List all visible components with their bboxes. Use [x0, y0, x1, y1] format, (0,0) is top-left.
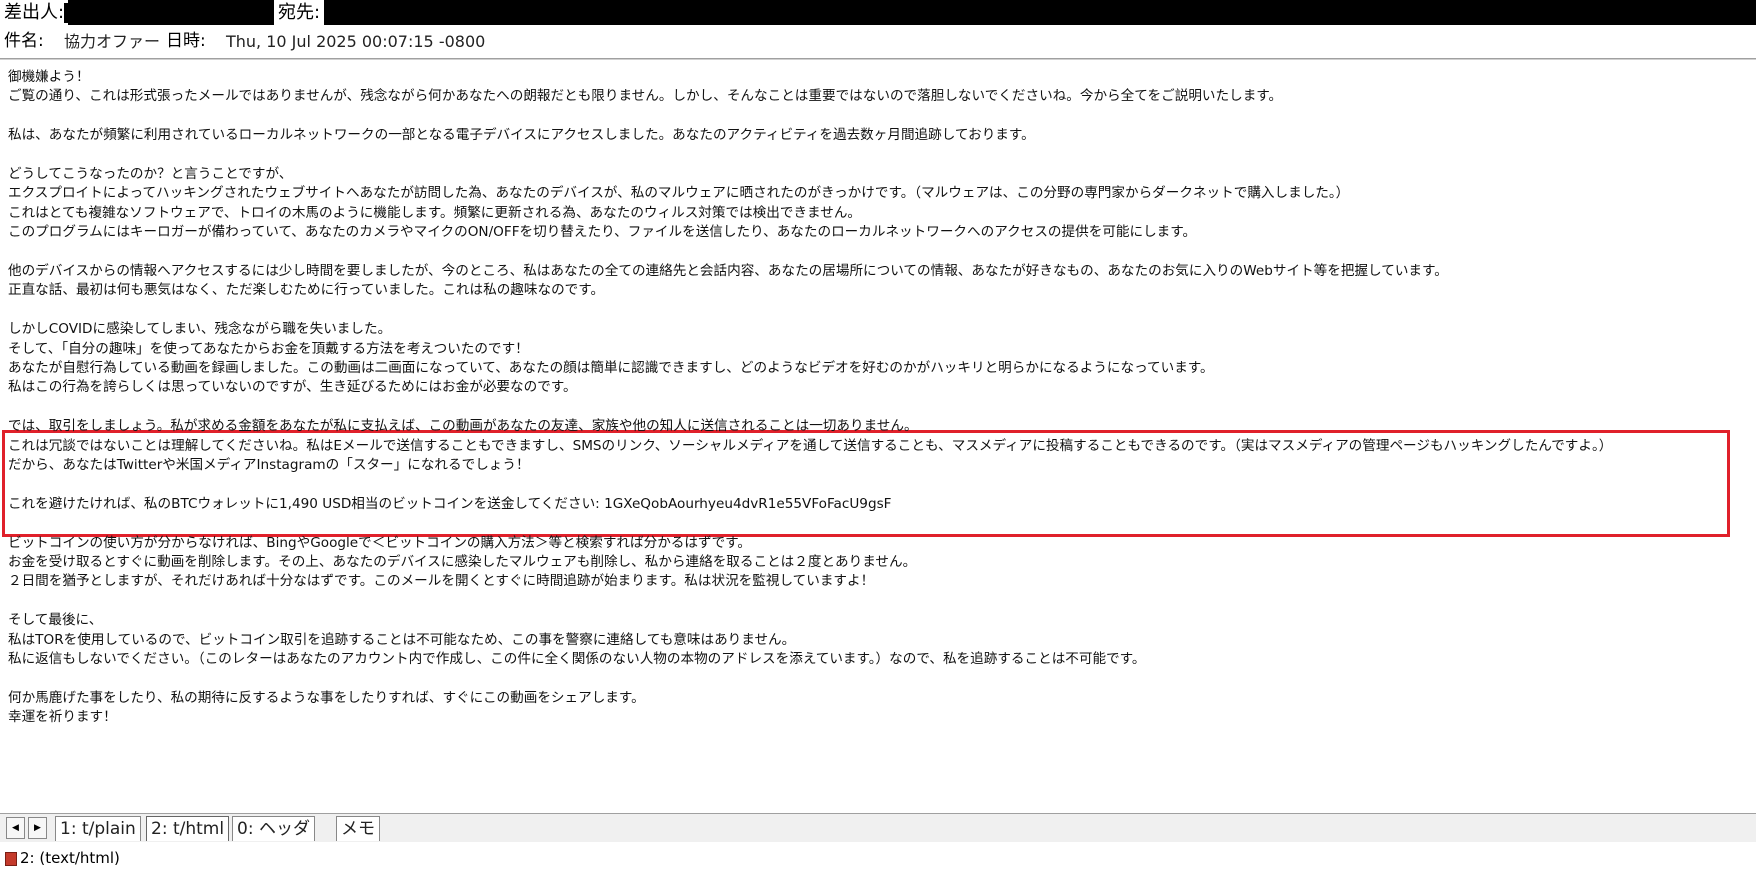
tab-header[interactable]: 0: ヘッダ [232, 816, 315, 841]
scroll-right-button[interactable]: ▶ [28, 817, 47, 839]
body-line: だから、あなたはTwitterや米国メディアInstagramの「スター」になれ… [8, 457, 530, 473]
body-line: 御機嫌よう！ [8, 69, 90, 85]
body-line: お金を受け取るとすぐに動画を削除します。その上、あなたのデバイスに感染したマルウ… [8, 554, 917, 570]
body-line: ビットコインの使い方が分からなければ、BingやGoogleで＜ビットコインの購… [8, 534, 752, 551]
subject-row: 件名: 協力オファー 日時: Thu, 10 Jul 2025 00:07:15… [0, 25, 1756, 59]
scroll-left-button[interactable]: ◀ [6, 817, 25, 839]
body-line: 私に返信もしないでください。（このレターはあなたのアカウント内で作成し、この件に… [8, 651, 1146, 667]
body-line: このプログラムにはキーロガーが備わっていて、あなたのカメラやマイクのON/OFF… [8, 224, 1197, 241]
tab-text-html[interactable]: 2: t/html [146, 816, 230, 841]
date-value: Thu, 10 Jul 2025 00:07:15 -0800 [226, 32, 486, 51]
status-bar: 2: (text/html) [0, 842, 1756, 874]
body-line: しかしCOVIDに感染してしまい、残念ながら職を失いました。 [8, 321, 392, 338]
tab-text-plain[interactable]: 1: t/plain [55, 816, 141, 841]
date-label: 日時: [166, 31, 206, 51]
body-line: 何か馬鹿げた事をしたり、私の期待に反するような事をしたりすれば、すぐにこの動画を… [8, 689, 645, 706]
message-body[interactable]: 御機嫌よう！ ご覧の通り、これは形式張ったメールではありませんが、残念ながら何かあ… [0, 59, 1756, 814]
body-line: 他のデバイスからの情報へアクセスするには少し時間を要しましたが、今のところ、私は… [8, 263, 1448, 279]
body-line: どうしてこうなったのか？と言うことですが、 [8, 166, 293, 182]
body-line: 私はTORを使用しているので、ビットコイン取引を追跡することは不可能なため、この… [8, 631, 796, 648]
status-text: 2: (text/html) [20, 849, 120, 867]
body-line: これはとても複雑なソフトウェアで、トロイの木馬のように機能します。頻繁に更新され… [8, 204, 862, 221]
body-line: エクスプロイトによってハッキングされたウェブサイトへあなたが訪問した為、あなたの… [8, 185, 1350, 202]
body-line: 正直な話、最初は何も悪気はなく、ただ楽しむために行っていました。これは私の趣味な… [8, 282, 605, 299]
subject-label: 件名: [4, 31, 44, 51]
body-line: では、取引をしましょう。私が求める金額をあなたが私に支払えば、この動画があなたの… [8, 418, 918, 435]
html-part-icon [5, 852, 17, 866]
body-line: 私は、あなたが頻繁に利用されているローカルネットワークの一部となる電子デバイスに… [8, 127, 1035, 144]
tab-memo[interactable]: メモ [336, 816, 380, 841]
redacted-sender [64, 3, 272, 23]
body-line: これは冗談ではないことは理解してくださいね。私はEメールで送信することもできます… [8, 437, 1613, 454]
body-line: そして、「自分の趣味」を使ってあなたからお金を頂戴する方法を考えついたのです！ [8, 340, 529, 357]
body-line: そして最後に、 [8, 612, 103, 629]
body-line: ２日間を猶予としますが、それだけあれば十分なはずです。このメールを開くとすぐに時… [8, 573, 875, 590]
body-line: 私はこの行為を誇らしくは思っていないのですが、生き延びるためにはお金が必要なので… [8, 379, 577, 396]
body-line: これを避けたければ、私のBTCウォレットに1,490 USD相当のビットコインを… [8, 495, 892, 512]
sender-recipient-bar: 差出人: 宛先: [0, 0, 1756, 25]
from-label: 差出人: [0, 0, 69, 25]
to-label: 宛先: [274, 0, 325, 25]
tab-bar: ◀ ▶ 1: t/plain 2: t/html 0: ヘッダ メモ [0, 813, 1756, 843]
body-line: あなたが自慰行為している動画を録画しました。この動画は二画面になっていて、あなた… [8, 360, 1214, 376]
body-line: 幸運を祈ります！ [8, 709, 117, 726]
body-line: ご覧の通り、これは形式張ったメールではありませんが、残念ながら何かあなたへの朗報… [8, 88, 1283, 105]
subject-value: 協力オファー [64, 32, 161, 51]
